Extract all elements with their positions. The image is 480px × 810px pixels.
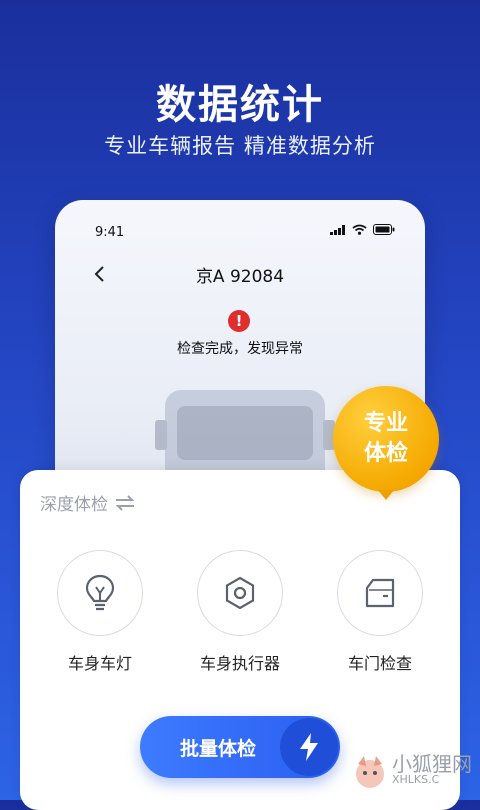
watermark-text: 小狐狸网 XHLKS.C bbox=[392, 752, 472, 788]
lightning-icon bbox=[300, 733, 318, 761]
feature-circle bbox=[57, 550, 143, 636]
watermark-en: XHLKS.C bbox=[392, 773, 440, 786]
feature-circle bbox=[197, 550, 283, 636]
feature-label: 车门检查 bbox=[347, 654, 412, 673]
hero-subtitle: 专业车辆报告 精准数据分析 bbox=[104, 134, 376, 158]
hero-title: 数据统计 bbox=[156, 82, 324, 128]
fox-logo-icon bbox=[356, 756, 384, 788]
door-icon bbox=[365, 578, 395, 608]
feature-body-actuator[interactable]: 车身执行器 bbox=[190, 550, 290, 674]
badge-line1: 专业 bbox=[363, 411, 408, 436]
alert-icon: ! bbox=[228, 310, 250, 332]
hexagon-icon bbox=[225, 576, 255, 610]
signal-icon bbox=[330, 224, 345, 235]
watermark: 小狐狸网 XHLKS.C bbox=[352, 754, 472, 790]
card-title-text: 深度体检 bbox=[40, 495, 108, 515]
feature-label: 车身车灯 bbox=[67, 654, 132, 673]
bulb-icon bbox=[85, 574, 115, 611]
lightning-icon-wrap bbox=[280, 718, 338, 776]
swap-arrows-icon bbox=[115, 494, 135, 511]
feature-door-check[interactable]: 车门检查 bbox=[330, 550, 430, 674]
battery-icon bbox=[373, 224, 395, 235]
status-icons bbox=[330, 224, 395, 235]
feature-label: 车身执行器 bbox=[199, 654, 280, 673]
batch-checkup-button[interactable]: 批量体检 bbox=[140, 716, 340, 778]
batch-checkup-label: 批量体检 bbox=[180, 738, 257, 760]
status-time: 9:41 bbox=[95, 225, 125, 240]
plate-number: 京A 92084 bbox=[195, 267, 285, 287]
watermark-cn: 小狐狸网 bbox=[392, 752, 472, 776]
card-title[interactable]: 深度体检 bbox=[40, 490, 136, 515]
badge-line2: 体检 bbox=[363, 441, 408, 466]
feature-body-lights[interactable]: 车身车灯 bbox=[50, 550, 150, 674]
pro-checkup-badge[interactable]: 专业 体检 bbox=[333, 386, 439, 500]
alert-text: 检查完成，发现异常 bbox=[177, 341, 303, 357]
wifi-icon bbox=[352, 224, 367, 235]
feature-circle bbox=[337, 550, 423, 636]
